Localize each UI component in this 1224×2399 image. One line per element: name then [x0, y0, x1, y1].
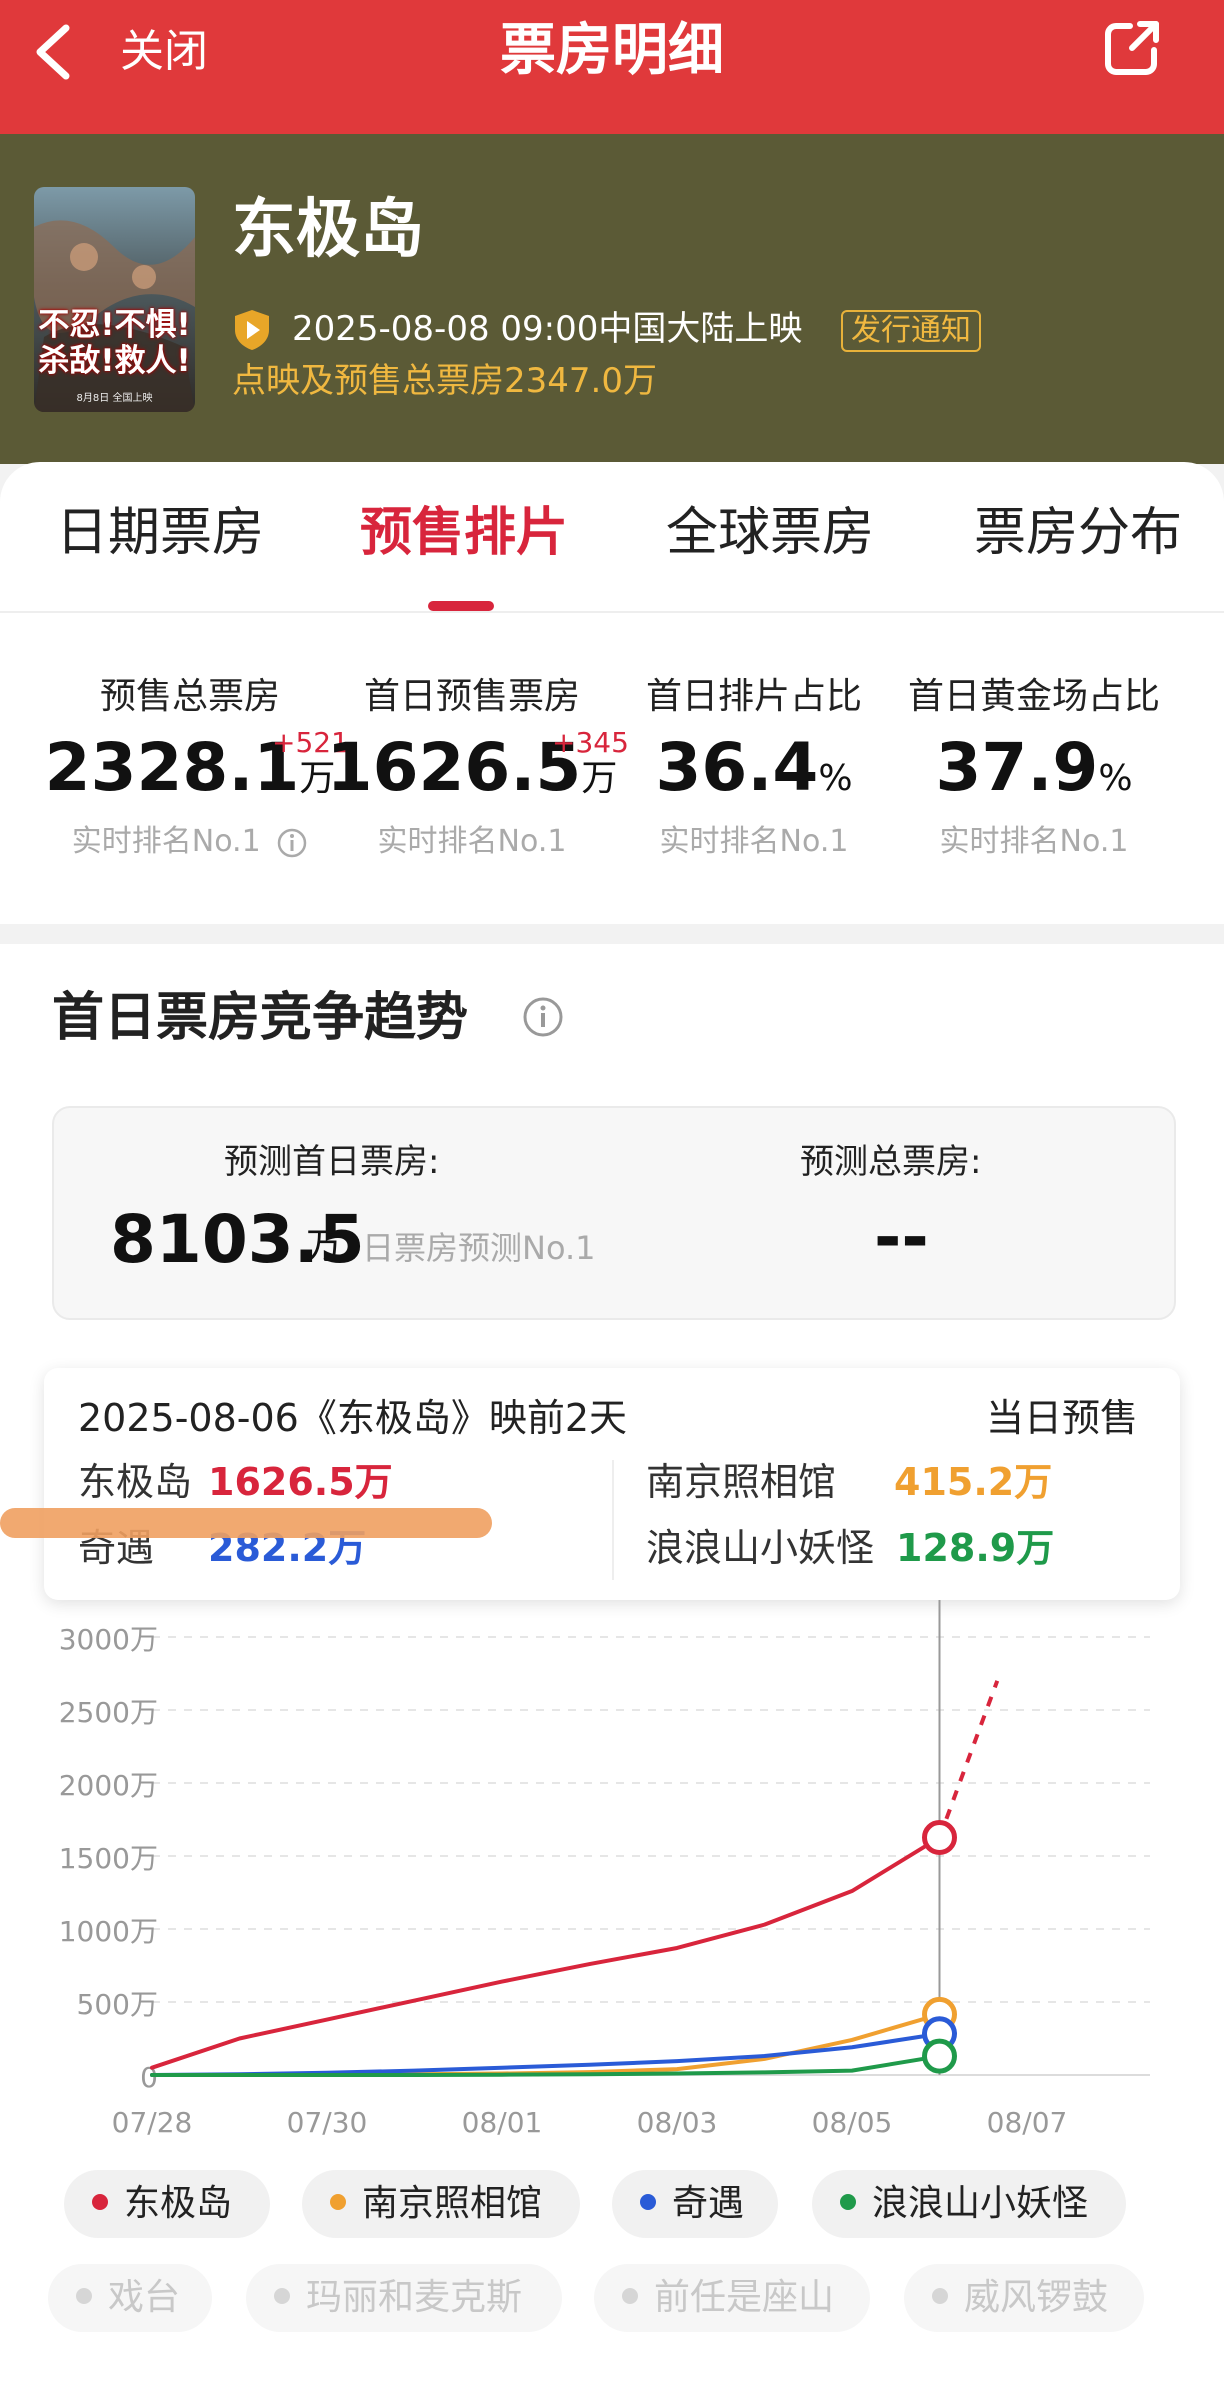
y-tick-label: 1000万: [59, 1915, 158, 1948]
play-shield-icon: [235, 310, 269, 350]
share-icon[interactable]: [1100, 16, 1164, 80]
legend-item-qianren[interactable]: 前任是座山: [594, 2264, 870, 2332]
tooltip-type: 当日预售: [986, 1396, 1139, 1440]
stat-label: 预售总票房: [99, 676, 280, 717]
tab-box-office-distribution[interactable]: 票房分布: [974, 500, 1182, 566]
page-title: 票房明细: [500, 18, 724, 83]
tab-daily-box-office[interactable]: 日期票房: [56, 500, 264, 566]
series-line: [150, 2031, 942, 2077]
stat-first-day-presale: 首日预售票房 1626.5万 +345 实时排名No.1: [322, 674, 629, 874]
info-icon[interactable]: [522, 996, 564, 1038]
forecast-total-value: --: [874, 1199, 929, 1276]
movie-title: 东极岛: [232, 193, 424, 267]
stat-presale-total: 预售总票房 2328.1万 +521 实时排名No.1: [40, 674, 349, 874]
x-tick-label: 08/03: [637, 2106, 718, 2139]
forecast-rank: 日票房预测No.1: [362, 1229, 596, 1267]
stat-label: 首日黄金场占比: [907, 676, 1160, 717]
y-tick-label: 1500万: [59, 1842, 158, 1875]
stat-label: 首日排片占比: [645, 676, 862, 717]
tooltip-date: 2025-08-06《东极岛》映前2天: [78, 1396, 628, 1440]
forecast-first-day-unit: 万: [306, 1226, 343, 1267]
stat-rank: 实时排名No.1: [377, 824, 567, 859]
tooltip-series-value: 415.2万: [894, 1460, 1053, 1504]
stat-golden-share: 首日黄金场占比 37.9% 实时排名No.1: [884, 674, 1184, 874]
y-tick-label: 500万: [77, 1988, 158, 2021]
poster-date: 8月8日 全国上映: [76, 393, 153, 404]
release-date: 2025-08-08 09:00中国大陆上映: [292, 309, 803, 349]
legend-dot: [932, 2288, 948, 2304]
stat-value: 36.4%: [655, 729, 853, 806]
poster-slogan: 不忍!不惧!杀敌!救人!: [38, 307, 191, 379]
tooltip-series-value: 1626.5万: [208, 1460, 393, 1504]
tooltip-divider: [612, 1460, 614, 1580]
legend-dot: [640, 2194, 656, 2210]
release-notice-tag[interactable]: 发行通知: [841, 310, 981, 352]
x-tick-label: 08/07: [987, 2106, 1068, 2139]
legend-item-xitai[interactable]: 戏台: [48, 2264, 212, 2332]
legend-dot: [330, 2194, 346, 2210]
presale-total-text: 点映及预售总票房2347.0万: [232, 361, 657, 401]
tab-global-box-office[interactable]: 全球票房: [666, 500, 874, 566]
legend-item-nanjing[interactable]: 南京照相馆: [302, 2170, 580, 2238]
legend-item-qiyu[interactable]: 奇遇: [612, 2170, 778, 2238]
tab-presale-schedule[interactable]: 预售排片: [360, 500, 568, 566]
legend-dot: [76, 2288, 92, 2304]
x-tick-label: 08/01: [462, 2106, 543, 2139]
tooltip-series-name: 南京照相馆: [646, 1460, 837, 1504]
legend-item-mary-max[interactable]: 玛丽和麦克斯: [246, 2264, 562, 2332]
legend-item-weifeng[interactable]: 威风锣鼓: [904, 2264, 1144, 2332]
x-tick-label: 08/05: [812, 2106, 893, 2139]
series-line: [150, 1835, 942, 2070]
movie-poster[interactable]: 不忍!不惧!杀敌!救人! 8月8日 全国上映: [34, 187, 195, 412]
trend-chart[interactable]: 0500万1000万1500万2000万2500万3000万07/28 07/30…: [0, 1600, 1224, 2140]
active-tab-indicator: [428, 601, 494, 611]
legend-item-langlangshan[interactable]: 浪浪山小妖怪: [812, 2170, 1126, 2238]
stat-rank: 实时排名No.1: [659, 824, 849, 859]
stat-rank: 实时排名No.1: [40, 822, 340, 862]
forecast-first-day-label: 预测首日票房:: [224, 1142, 440, 1182]
stat-label: 首日预售票房: [363, 676, 580, 717]
tooltip-series-value: 128.9万: [896, 1526, 1055, 1570]
y-tick-label: 2000万: [59, 1769, 158, 1802]
legend-dot: [840, 2194, 856, 2210]
y-tick-label: 3000万: [59, 1623, 158, 1656]
tooltip-series-name: 东极岛: [78, 1460, 193, 1504]
info-icon[interactable]: [276, 827, 308, 859]
forecast-total-label: 预测总票房:: [800, 1142, 982, 1182]
trend-title: 首日票房竞争趋势: [52, 988, 469, 1048]
series-point: [922, 1820, 957, 1856]
y-tick-label: 2500万: [59, 1696, 158, 1729]
legend-item-dongjidao[interactable]: 东极岛: [64, 2170, 270, 2238]
x-tick-label: 07/28: [112, 2106, 193, 2139]
tooltip-series-name: 浪浪山小妖怪: [646, 1526, 875, 1570]
stat-value: 37.9%: [935, 729, 1133, 806]
projection-line: [937, 1680, 1000, 1839]
series-point: [922, 2038, 957, 2074]
highlighter-stroke: [0, 1508, 492, 1538]
legend-dot: [92, 2194, 108, 2210]
stat-rank: 实时排名No.1: [939, 824, 1129, 859]
x-tick-label: 07/30: [287, 2106, 368, 2139]
stat-schedule-share: 首日排片占比 36.4% 实时排名No.1: [604, 674, 904, 874]
legend-dot: [274, 2288, 290, 2304]
legend-dot: [622, 2288, 638, 2304]
tab-divider: [0, 611, 1224, 613]
